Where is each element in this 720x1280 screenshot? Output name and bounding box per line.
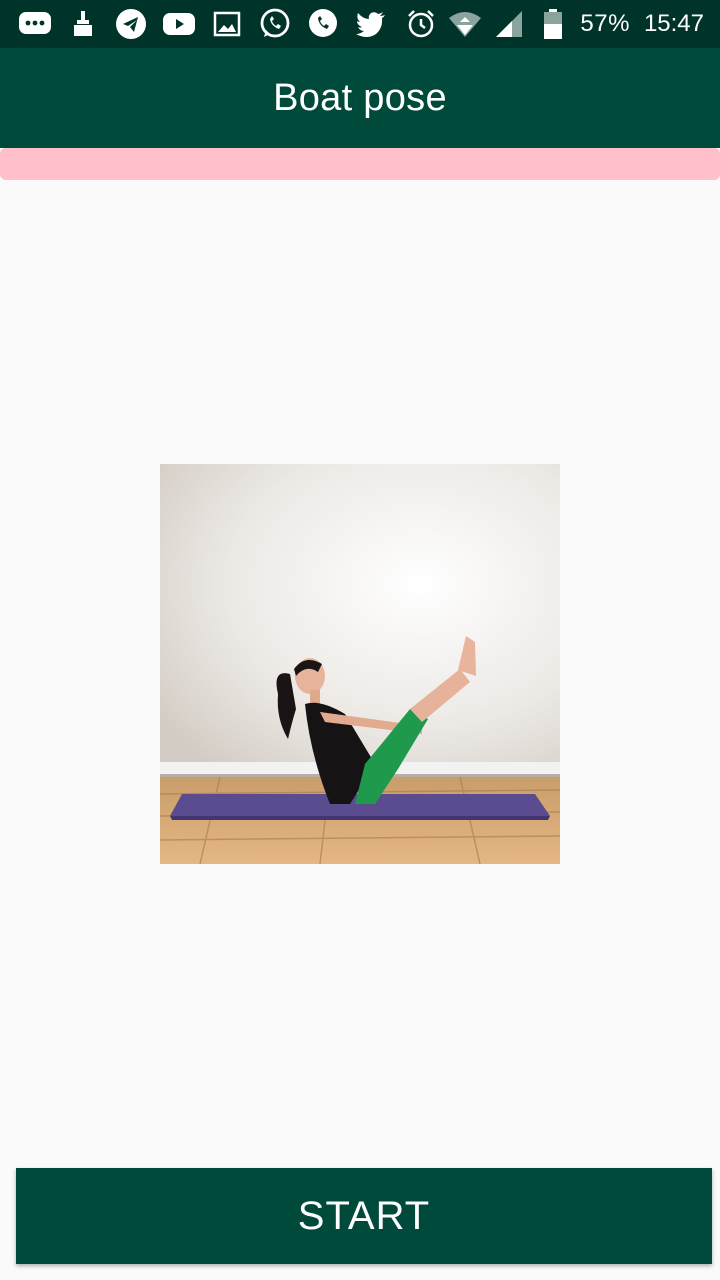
image-icon: [210, 7, 244, 41]
notification-icons: [18, 7, 388, 41]
signal-icon: [492, 7, 526, 41]
battery-percent: 57%: [580, 10, 630, 37]
chat-bubble-icon: [18, 7, 52, 41]
page-title: Boat pose: [273, 76, 447, 119]
wifi-icon: [448, 7, 482, 41]
start-button[interactable]: START: [16, 1168, 712, 1264]
clock-time: 15:47: [643, 10, 704, 37]
alarm-icon: [404, 7, 438, 41]
whatsapp-icon: [258, 7, 292, 41]
telegram-icon: [114, 7, 148, 41]
screen: 57% 15:47 Boat pose START: [0, 0, 720, 1280]
system-indicators: 57% 15:47: [404, 7, 704, 41]
progress-bar: [0, 148, 720, 180]
app-bar: Boat pose: [0, 48, 720, 148]
whatsapp-icon: [306, 7, 340, 41]
youtube-icon: [162, 7, 196, 41]
start-button-label: START: [297, 1193, 431, 1238]
twitter-icon: [354, 7, 388, 41]
broom-icon: [66, 7, 100, 41]
pose-image: [160, 464, 560, 864]
status-bar: 57% 15:47: [0, 0, 720, 48]
battery-icon: [536, 7, 570, 41]
